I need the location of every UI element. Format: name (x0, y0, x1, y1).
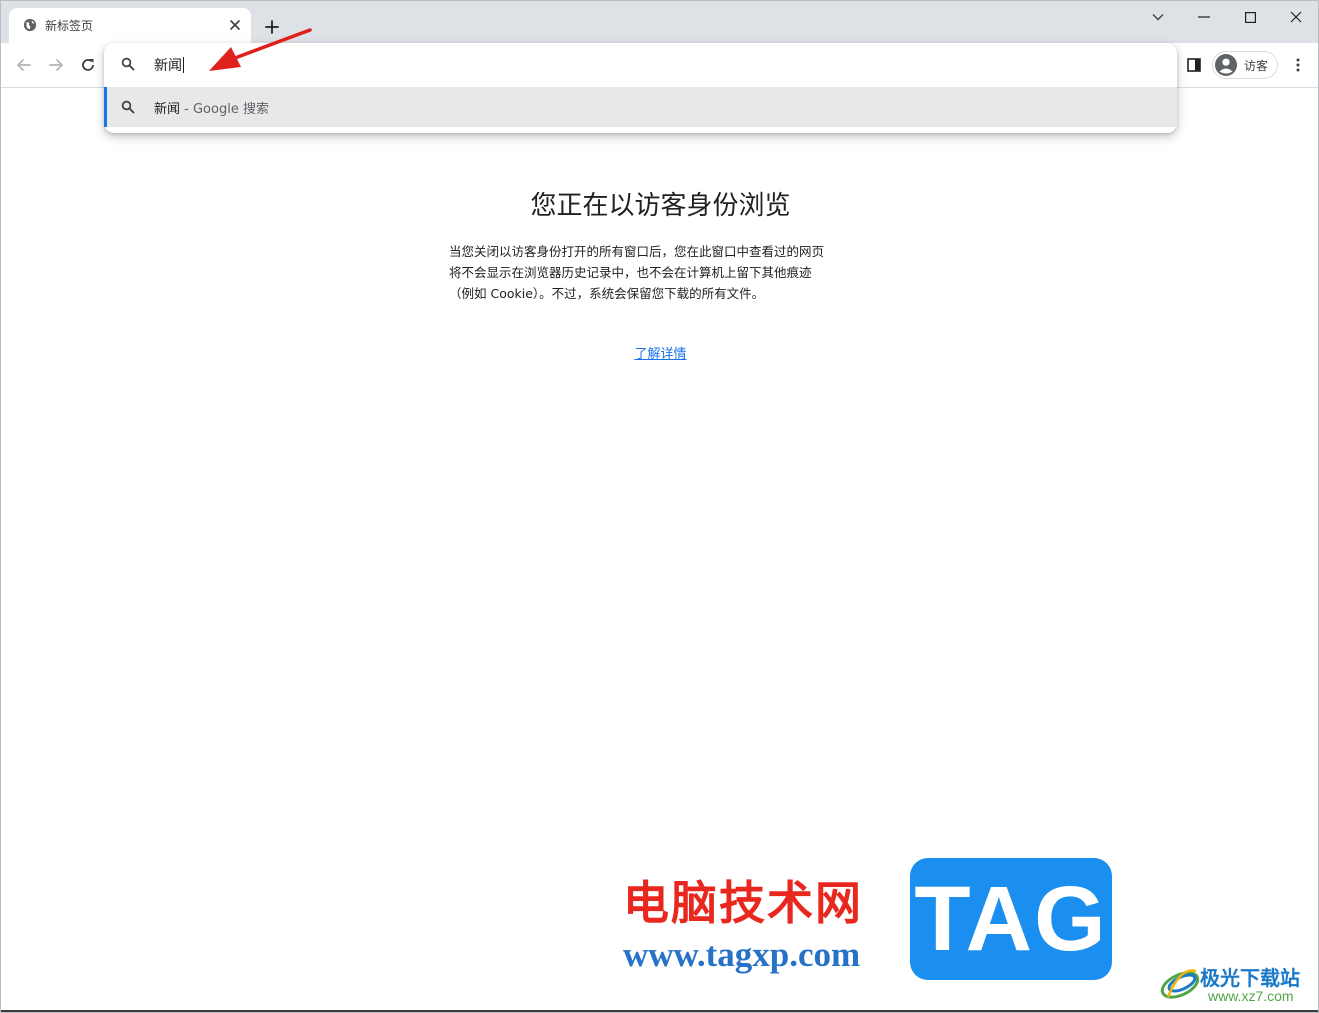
search-icon (121, 100, 135, 114)
browser-window: 新标签页 访客 新闻 新闻 - Google 搜索 您正在以访客身份浏览 当您关… (0, 0, 1319, 1013)
minimize-button[interactable] (1181, 3, 1227, 31)
close-icon (1290, 11, 1302, 23)
forward-button[interactable] (43, 52, 69, 78)
suggestion-description: Google 搜索 (192, 102, 269, 117)
description-line: 当您关闭以访客身份打开的所有窗口后，您在此窗口中查看过的网页 (449, 244, 825, 259)
side-panel-button[interactable] (1181, 52, 1207, 78)
suggestion-separator: - (180, 102, 193, 117)
avatar-icon (1215, 54, 1237, 76)
watermark-site-name: 电脑技术网 (623, 876, 863, 930)
menu-button[interactable] (1285, 52, 1311, 78)
address-bar-input[interactable]: 新闻 (154, 55, 184, 75)
watermark-tag-logo: TAG (910, 858, 1112, 980)
guest-description: 当您关闭以访客身份打开的所有窗口后，您在此窗口中查看过的网页 将不会显示在浏览器… (449, 241, 873, 304)
reload-button[interactable] (75, 52, 101, 78)
aurora-logo-icon (1160, 969, 1200, 999)
more-vert-icon (1296, 58, 1300, 72)
secondary-watermark: 极光下载站 www.xz7.com (1156, 959, 1316, 1007)
back-button[interactable] (11, 52, 37, 78)
tab-strip: 新标签页 (1, 1, 1318, 43)
arrow-left-icon (17, 59, 31, 71)
learn-more-link[interactable]: 了解详情 (1, 343, 1318, 362)
address-bar-value: 新闻 (154, 58, 182, 74)
suggestion-focus-bar (104, 87, 107, 127)
arrow-right-icon (49, 59, 63, 71)
page-title: 您正在以访客身份浏览 (530, 191, 791, 221)
watermark-site-url: www.tagxp.com (623, 935, 861, 974)
learn-more-label: 了解详情 (634, 347, 687, 362)
description-line: 将不会显示在浏览器历史记录中，也不会在计算机上留下其他痕迹 (449, 265, 812, 280)
chevron-down-icon (1152, 14, 1164, 21)
globe-icon (23, 18, 37, 32)
red-arrow-annotation (209, 28, 312, 71)
tab-search-button[interactable] (1135, 3, 1181, 31)
search-icon (121, 57, 135, 71)
profile-button[interactable]: 访客 (1212, 51, 1278, 79)
close-window-button[interactable] (1273, 3, 1318, 31)
secondary-watermark-url: www.xz7.com (1208, 988, 1294, 1004)
description-line: （例如 Cookie）。不过，系统会保留您下载的所有文件。 (449, 286, 765, 301)
maximize-button[interactable] (1227, 3, 1273, 31)
maximize-icon (1244, 11, 1256, 23)
tab-title: 新标签页 (45, 19, 94, 33)
omnibox-suggestion[interactable]: 新闻 - Google 搜索 (104, 87, 1177, 127)
text-caret (183, 57, 184, 73)
profile-label: 访客 (1244, 59, 1269, 73)
secondary-watermark-name: 极光下载站 (1200, 966, 1300, 990)
reload-icon (82, 59, 94, 71)
watermark-tag-text: TAG (914, 867, 1108, 970)
minimize-icon (1198, 16, 1210, 18)
side-panel-icon (1187, 58, 1201, 72)
suggestion-text: 新闻 - Google 搜索 (154, 98, 269, 117)
suggestion-query: 新闻 (154, 102, 181, 117)
